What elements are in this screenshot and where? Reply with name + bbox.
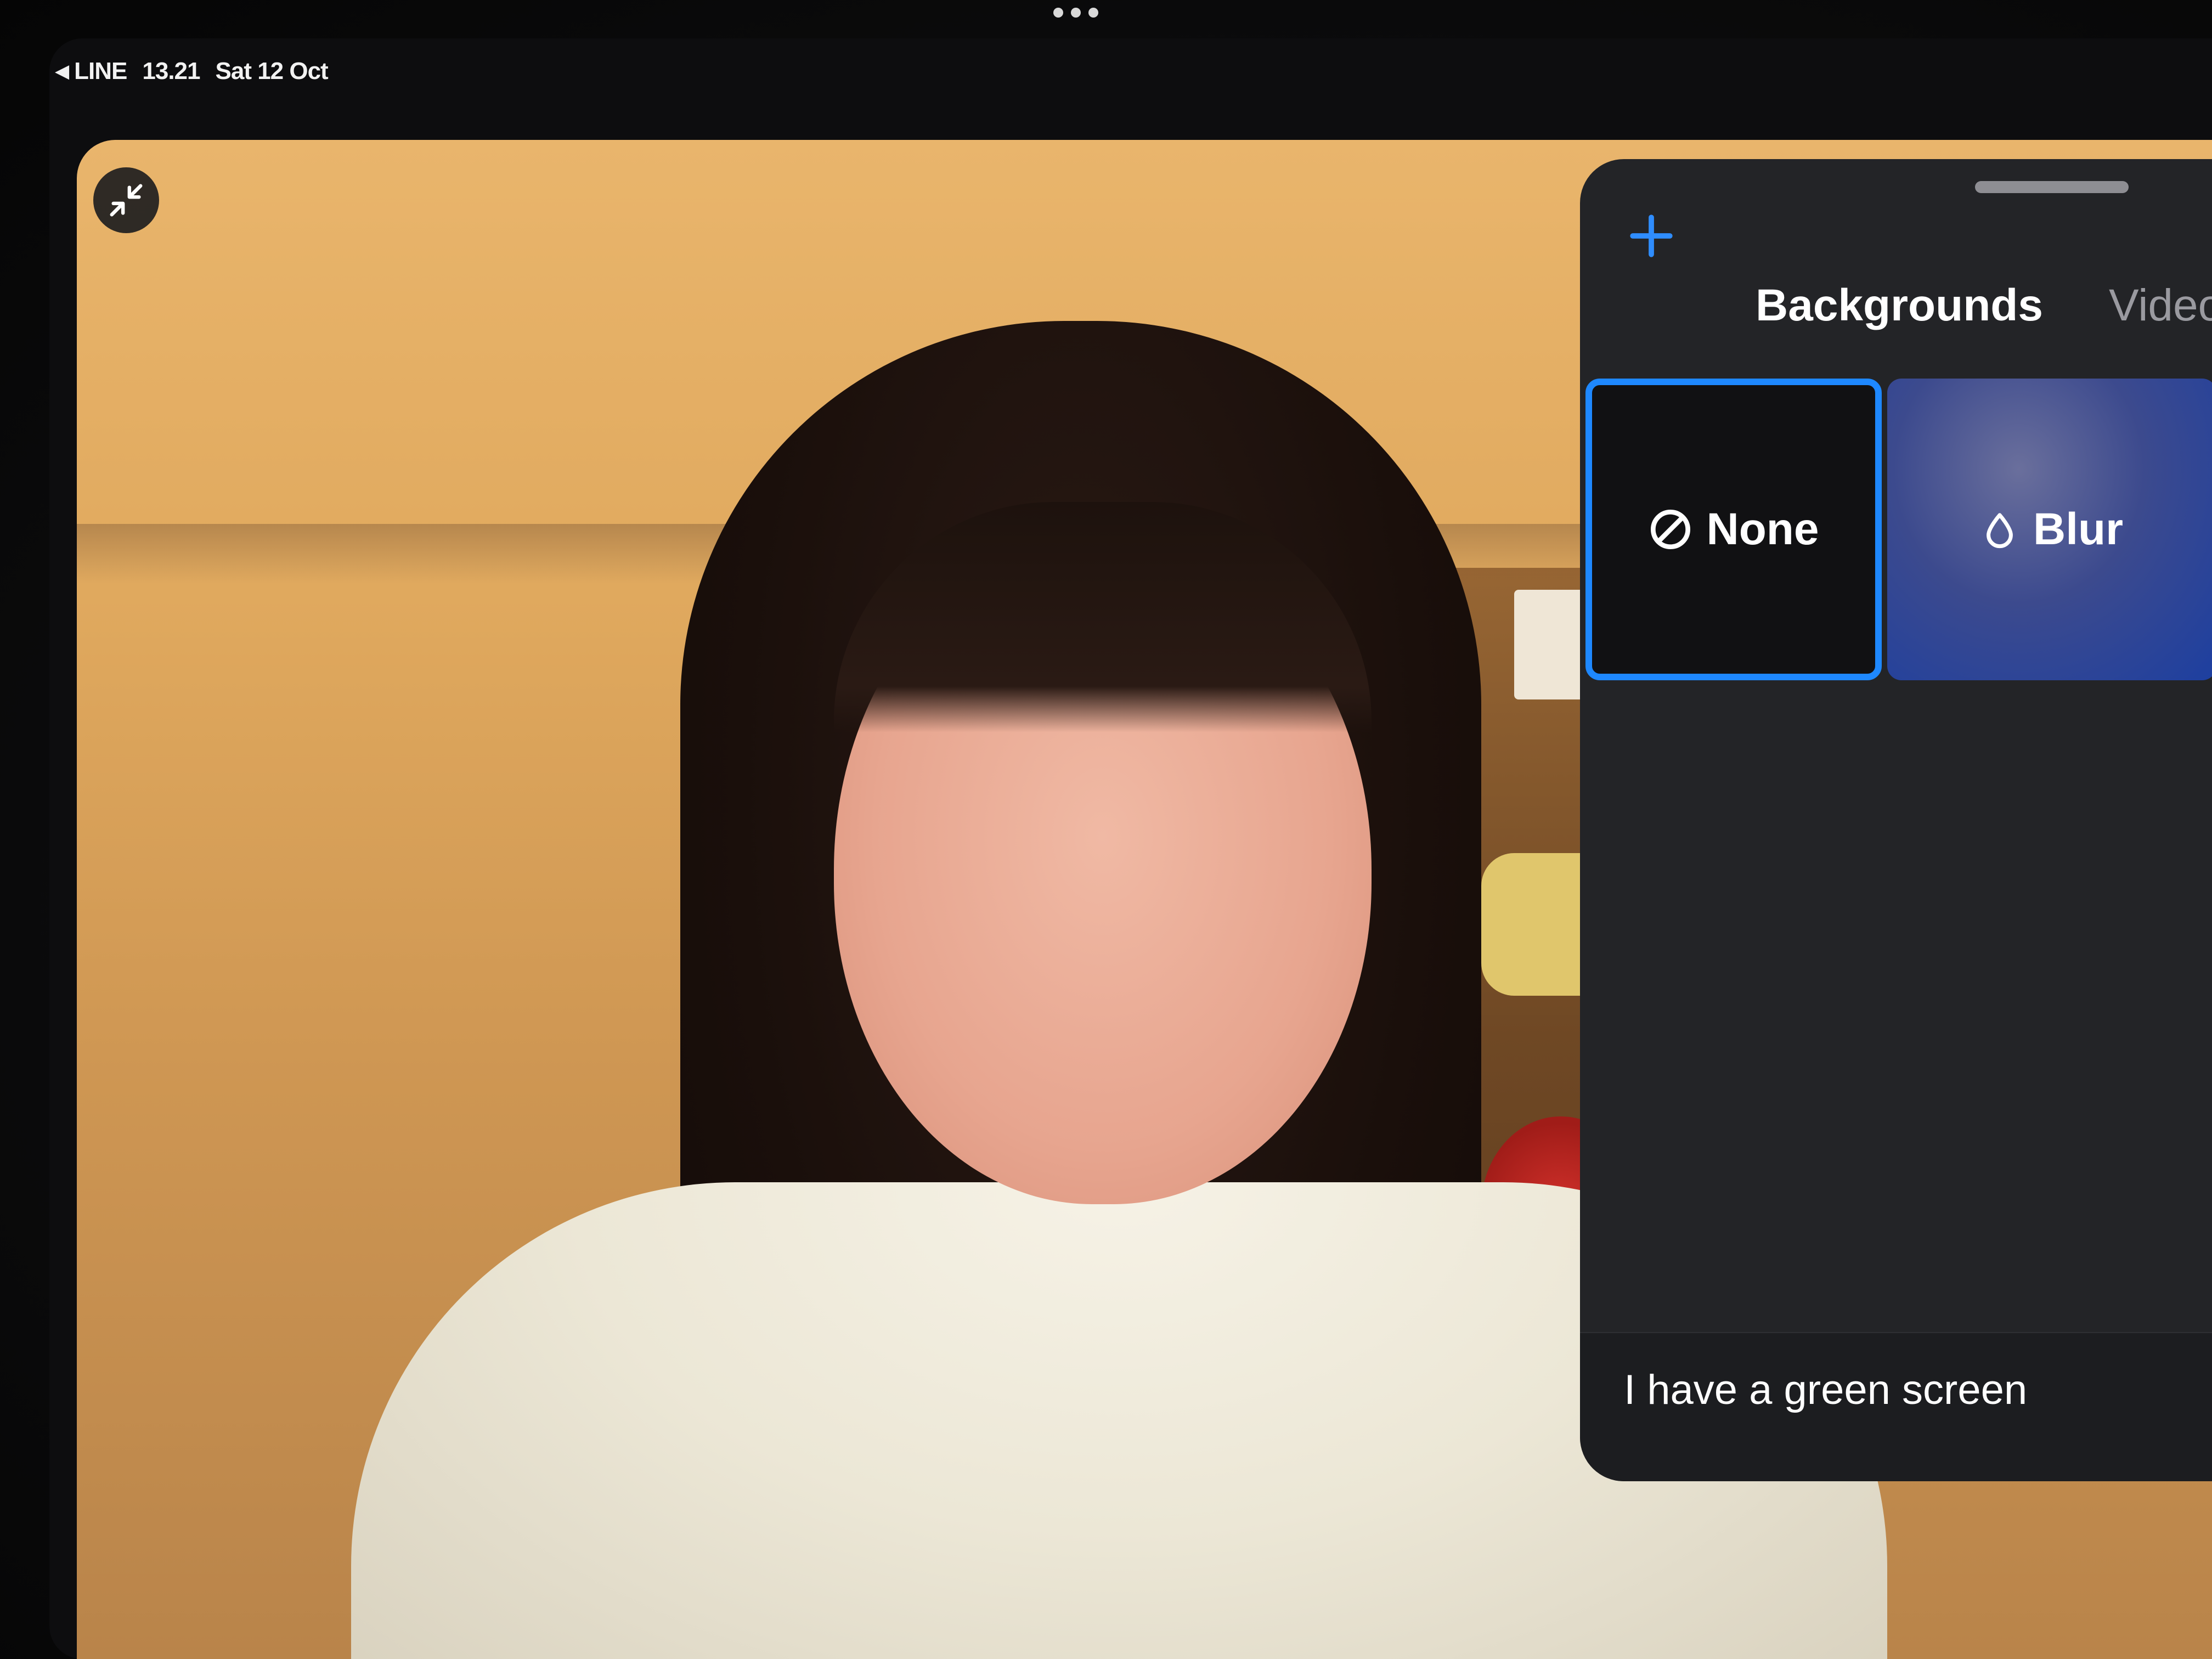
collapse-button[interactable] — [93, 167, 159, 233]
more-options-icon[interactable] — [1053, 8, 1098, 18]
plus-icon — [1630, 215, 1673, 257]
collapse-arrows-icon — [110, 184, 143, 217]
option-blur-label: Blur — [2033, 504, 2123, 554]
green-screen-toggle[interactable]: I have a green screen — [1624, 1366, 2027, 1414]
panel-drag-handle[interactable] — [1975, 181, 2129, 193]
status-date: Sat 12 Oct — [215, 58, 329, 84]
background-option-blur[interactable]: Blur — [1887, 379, 2212, 680]
panel-footer: I have a green screen — [1580, 1332, 2212, 1481]
option-none-label: None — [1706, 504, 1819, 554]
tab-video[interactable]: Video — [2109, 280, 2212, 331]
back-arrow-icon[interactable]: ◀ — [55, 60, 69, 82]
background-option-none[interactable]: None — [1585, 379, 1882, 680]
back-app-label[interactable]: LINE — [74, 58, 127, 85]
status-bar: ◀ LINE 13.21 Sat 12 Oct — [55, 55, 329, 88]
background-effects-panel: Backgrounds Video None Blur I have a gre… — [1580, 159, 2212, 1481]
no-symbol-icon — [1650, 510, 1690, 549]
add-background-button[interactable] — [1624, 208, 1679, 263]
droplet-icon — [1987, 513, 2013, 549]
tab-backgrounds[interactable]: Backgrounds — [1756, 280, 2043, 331]
status-time: 13.21 — [142, 58, 200, 84]
panel-tabs: Backgrounds Video — [1756, 280, 2212, 331]
